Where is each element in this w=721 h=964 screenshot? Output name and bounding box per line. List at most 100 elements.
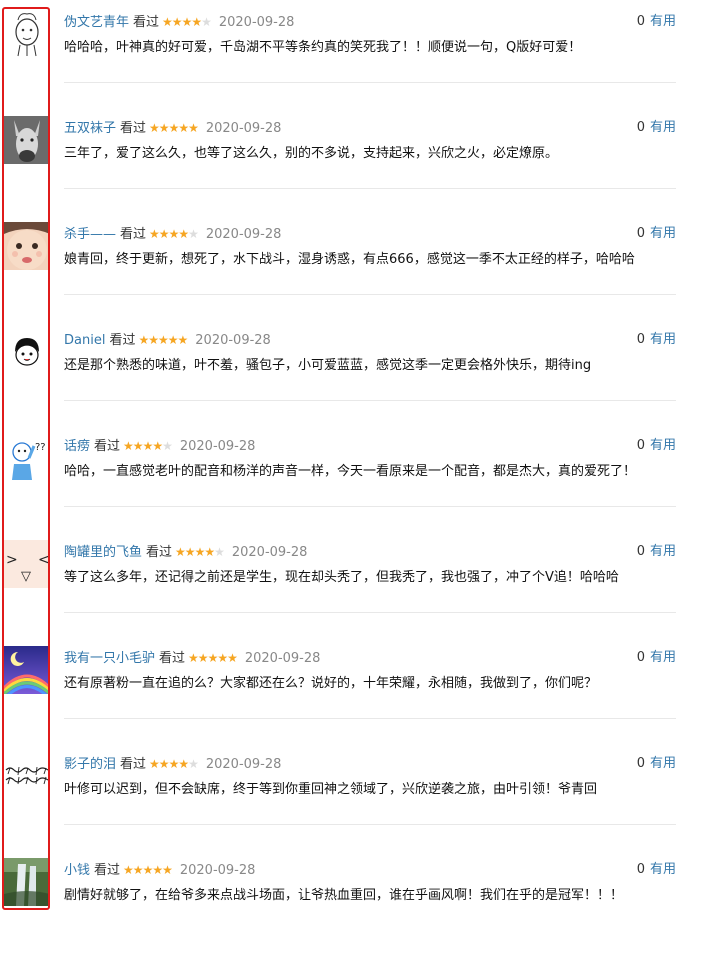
useful-vote: 0 有用 [637,224,676,244]
star-filled-icon: ★ [175,545,186,559]
user-name-link[interactable]: 我有一只小毛驴 [64,651,155,666]
watch-status: 看过 [109,333,136,348]
star-empty-icon: ★ [188,757,199,771]
star-filled-icon: ★ [148,333,159,347]
star-filled-icon: ★ [168,227,180,241]
avatar[interactable]: ?? [4,434,50,482]
user-name-link[interactable]: 杀手—— [64,227,116,242]
comment-item: 我有一只小毛驴 看过 ★★★★★ 2020-09-28 0 有用 还有原著粉一直在追的么… [0,646,680,752]
useful-vote: 0 有用 [637,648,676,668]
rating-stars: ★★★★★ [149,227,199,241]
watch-status: 看过 [120,757,147,772]
useful-button[interactable]: 有用 [650,650,676,665]
svg-text:▽: ▽ [21,569,31,584]
rating-stars: ★★★★★ [162,15,212,29]
svg-text:??: ?? [35,442,46,453]
star-filled-icon: ★ [158,227,170,241]
avatar[interactable] [4,116,50,164]
star-filled-icon: ★ [162,863,173,877]
star-filled-icon: ★ [158,757,170,771]
useful-button[interactable]: 有用 [650,438,676,453]
useful-count: 0 [636,544,645,559]
rating-stars: ★★★★★ [149,757,199,771]
star-filled-icon: ★ [168,757,180,771]
star-filled-icon: ★ [178,121,189,135]
user-name-link[interactable]: Daniel [64,333,105,348]
confused-cartoon-avatar: ?? [4,434,50,482]
star-filled-icon: ★ [178,757,189,771]
watch-status: 看过 [94,439,121,454]
comment-meta: 我有一只小毛驴 看过 ★★★★★ 2020-09-28 [64,648,320,668]
star-filled-icon: ★ [188,651,199,665]
star-filled-icon: ★ [162,15,173,29]
comment-meta: 伪文艺青年 看过 ★★★★★ 2020-09-28 [64,12,294,32]
comment-item: > < ▽ 陶罐里的飞鱼 看过 ★★★★★ 2020-09-28 0 有用 等了这么多年… [0,540,680,646]
baby-photo-avatar [4,222,50,270]
useful-vote: 0 有用 [637,118,676,138]
comment-item: ?? 话痨 看过 ★★★★★ 2020-09-28 0 有用 哈哈，一直感觉老叶的配音和… [0,434,680,540]
useful-button[interactable]: 有用 [650,226,676,241]
comment-meta: 五双袜子 看过 ★★★★★ 2020-09-28 [64,118,281,138]
rating-stars: ★★★★★ [138,333,188,347]
comment-meta: Daniel 看过 ★★★★★ 2020-09-28 [64,330,271,350]
watch-status: 看过 [94,863,121,878]
star-filled-icon: ★ [167,333,179,347]
comment-text: 还有原著粉一直在追的么？大家都还在么？说好的，十年荣耀，永相随，我做到了，你们呢… [64,676,598,691]
useful-button[interactable]: 有用 [650,14,676,29]
star-filled-icon: ★ [138,333,149,347]
avatar[interactable] [4,858,50,906]
comment-text: 叶修可以迟到，但不会缺席，终于等到你重回神之领域了，兴欣逆袭之旅，由叶引领！爷青… [64,782,598,797]
star-filled-icon: ★ [149,227,160,241]
user-name-link[interactable]: 伪文艺青年 [64,15,129,30]
rating-stars: ★★★★★ [123,439,173,453]
comment-date: 2020-09-28 [195,333,271,348]
divider [64,718,676,719]
watch-status: 看过 [133,15,160,30]
useful-button[interactable]: 有用 [650,332,676,347]
star-empty-icon: ★ [188,227,199,241]
divider [64,824,676,825]
avatar[interactable] [4,646,50,694]
avatar[interactable]: > < ▽ [4,540,50,588]
comment-meta: 影子的泪 看过 ★★★★★ 2020-09-28 [64,754,281,774]
divider [64,294,676,295]
divider [64,612,676,613]
user-name-link[interactable]: 影子的泪 [64,757,116,772]
star-filled-icon: ★ [194,545,206,559]
comment-date: 2020-09-28 [205,227,282,242]
avatar[interactable] [4,222,50,270]
useful-button[interactable]: 有用 [650,756,676,771]
useful-button[interactable]: 有用 [650,862,676,877]
useful-button[interactable]: 有用 [650,120,676,135]
comment-item: 杀手—— 看过 ★★★★★ 2020-09-28 0 有用 娘青回，终于更新，想死了，水… [0,222,680,328]
avatar[interactable] [4,10,50,58]
star-filled-icon: ★ [227,651,238,665]
avatar[interactable] [4,328,50,376]
comment-meta: 杀手—— 看过 ★★★★★ 2020-09-28 [64,224,281,244]
comment-item: 五双袜子 看过 ★★★★★ 2020-09-28 0 有用 三年了，爱了这么久，也等了这… [0,116,680,222]
star-filled-icon: ★ [132,439,144,453]
user-name-link[interactable]: 五双袜子 [64,121,116,136]
rating-stars: ★★★★★ [188,651,238,665]
useful-vote: 0 有用 [637,436,676,456]
useful-count: 0 [636,120,645,135]
star-filled-icon: ★ [152,439,163,453]
comment-text: 剧情好就够了，在给爷多来点战斗场面，让爷热血重回，谁在乎画风啊！我们在乎的是冠军… [64,888,624,903]
comment-item: Daniel 看过 ★★★★★ 2020-09-28 0 有用 还是那个熟悉的味道，叶不… [0,328,680,434]
user-name-link[interactable]: 陶罐里的飞鱼 [64,545,142,560]
useful-button[interactable]: 有用 [650,544,676,559]
cartoon-boy-avatar [4,328,50,376]
star-filled-icon: ★ [152,863,163,877]
star-empty-icon: ★ [201,15,212,29]
useful-count: 0 [636,438,645,453]
comment-text: 等了这么多年，还记得之前还是学生，现在却头秃了，但我秃了，我也强了，冲了个V追！… [64,570,619,585]
user-name-link[interactable]: 话痨 [64,439,90,454]
watch-status: 看过 [159,651,186,666]
useful-count: 0 [636,14,645,29]
comment-date: 2020-09-28 [218,15,295,30]
user-name-link[interactable]: 小钱 [64,863,90,878]
avatar[interactable] [4,756,50,804]
comment-text: 哈哈，一直感觉老叶的配音和杨洋的声音一样，今天一看原来是一个配音，都是杰大，真的… [64,464,637,479]
watch-status: 看过 [120,121,147,136]
star-empty-icon: ★ [162,439,173,453]
